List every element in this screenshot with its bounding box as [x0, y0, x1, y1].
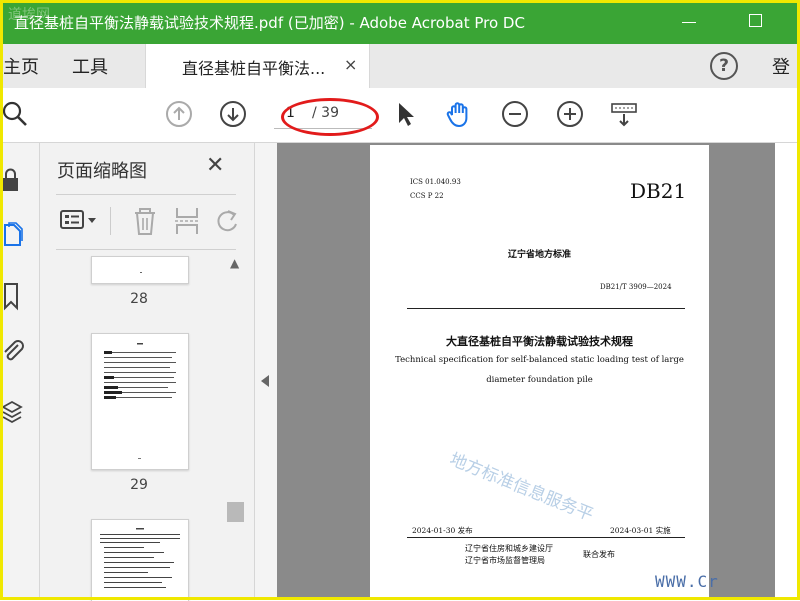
help-icon[interactable]: ?	[710, 52, 738, 80]
extract-pages-icon[interactable]	[172, 205, 202, 237]
thumbnail-page-number: 28	[130, 291, 148, 307]
site-watermark: WWW.Cr	[655, 572, 719, 591]
document-scrollbar[interactable]	[775, 143, 800, 600]
search-icon[interactable]	[0, 99, 30, 129]
tab-document-label: 直径基桩自平衡法...	[182, 59, 326, 78]
navigation-rail	[0, 143, 40, 600]
title-bar: 道埃网 直径基桩自平衡法静载试验技术规程.pdf (已加密) - Adobe A…	[0, 0, 800, 44]
zoom-out-icon[interactable]	[500, 99, 530, 129]
divider	[407, 537, 685, 538]
next-page-icon[interactable]	[218, 99, 248, 129]
publish-date: 2024-01-30 发布	[412, 526, 473, 535]
standard-code: DB21/T 3909—2024	[600, 283, 672, 291]
pdf-page: ICS 01.040.93 CCS P 22 DB21 辽宁省地方标准 DB21…	[370, 145, 709, 600]
standard-type: 辽宁省地方标准	[507, 250, 571, 260]
delete-icon[interactable]	[130, 205, 160, 237]
select-tool-icon[interactable]	[390, 99, 420, 129]
tab-tools[interactable]: 工具	[72, 53, 108, 79]
page-thumbnail[interactable]	[91, 519, 189, 601]
ccs-code: CCS P 22	[410, 192, 444, 200]
toolbar-divider	[110, 207, 111, 235]
thumbnail-page-number: 29	[130, 477, 148, 493]
issuer-1: 辽宁省住房和城乡建设厅	[465, 544, 553, 553]
total-pages-label: / 39	[312, 105, 339, 121]
minimize-button[interactable]	[674, 8, 704, 34]
rotate-icon[interactable]	[214, 205, 240, 237]
window-title: 直径基桩自平衡法静载试验技术规程.pdf (已加密) - Adobe Acrob…	[14, 14, 525, 32]
page-watermark: 地方标准信息服务平	[446, 449, 596, 526]
divider	[56, 194, 236, 195]
tab-home[interactable]: 主页	[3, 53, 39, 79]
thumbnail-options-icon[interactable]	[58, 205, 102, 235]
thumbnails-panel: 页面缩略图 ✕ 28 29 ▲	[40, 143, 255, 601]
panel-title: 页面缩略图	[57, 161, 147, 182]
tab-bar: 主页 工具 直径基桩自平衡法... × ? 登	[0, 44, 800, 88]
zoom-in-icon[interactable]	[555, 99, 585, 129]
page-thumbnails-icon[interactable]	[0, 221, 30, 251]
document-title-en-line1: Technical specification for self-balance…	[395, 355, 684, 365]
lock-icon[interactable]	[0, 165, 30, 195]
page-thumbnail[interactable]	[91, 333, 189, 470]
bookmark-icon[interactable]	[0, 281, 30, 311]
current-page-input[interactable]: 1	[286, 105, 295, 121]
divider	[56, 249, 236, 250]
joint-issue-label: 联合发布	[583, 550, 615, 559]
document-title-cn: 大直径基桩自平衡法静载试验技术规程	[446, 335, 633, 348]
tab-close-icon[interactable]: ×	[344, 55, 357, 74]
page-thumbnail[interactable]	[91, 256, 189, 284]
chevron-left-icon	[261, 375, 269, 387]
scrollbar-thumb[interactable]	[227, 502, 244, 522]
maximize-button[interactable]	[740, 8, 770, 34]
scroll-up-icon[interactable]: ▲	[230, 256, 239, 270]
panel-close-icon[interactable]: ✕	[206, 153, 224, 178]
hand-tool-icon[interactable]	[444, 99, 474, 129]
scroll-mode-icon[interactable]	[609, 99, 639, 129]
effective-date: 2024-03-01 实施	[610, 526, 671, 535]
panel-toolbar	[56, 201, 237, 241]
collapse-panel-button[interactable]	[255, 143, 278, 600]
divider	[407, 308, 685, 309]
toolbar: 1 / 39	[0, 88, 800, 143]
document-title-en-line2: diameter foundation pile	[486, 375, 593, 385]
thumbnail-scrollbar[interactable]: ▲	[226, 256, 244, 600]
sign-in-link[interactable]: 登	[772, 53, 790, 79]
standard-prefix: DB21	[630, 179, 687, 203]
layers-icon[interactable]	[0, 397, 30, 427]
issuer-2: 辽宁省市场监督管理局	[465, 556, 545, 565]
previous-page-icon[interactable]	[164, 99, 194, 129]
ics-code: ICS 01.040.93	[410, 178, 461, 186]
attachment-icon[interactable]	[0, 337, 30, 367]
tab-document[interactable]: 直径基桩自平衡法... ×	[145, 44, 370, 88]
page-number-field[interactable]: 1 / 39	[274, 102, 372, 129]
